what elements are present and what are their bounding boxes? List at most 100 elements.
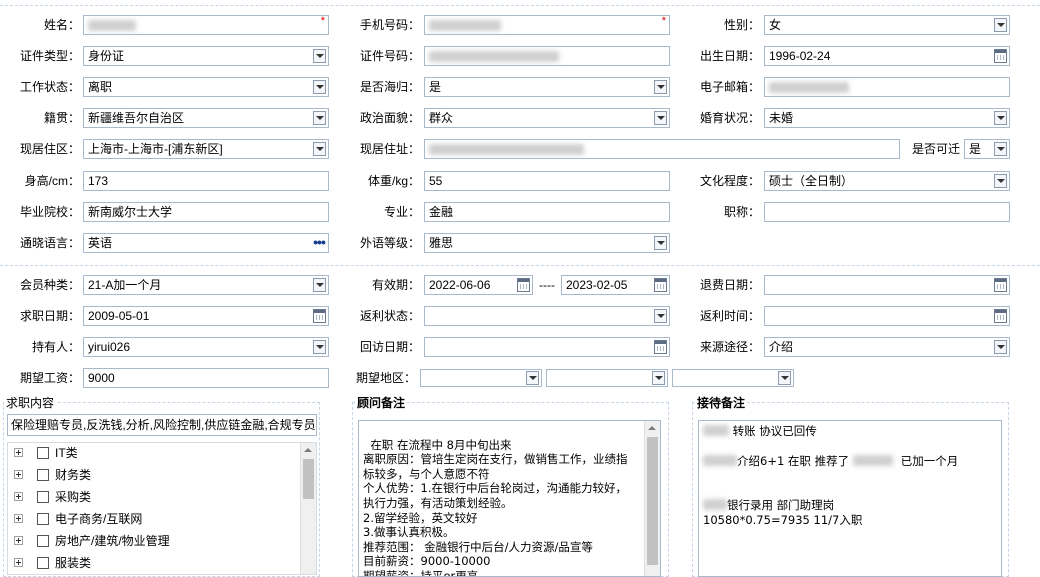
chevron-down-icon[interactable] [313,49,326,63]
advisor-notes-textarea[interactable]: 在职 在流程中 8月中旬出来 离职原因：管培生定岗在支行，做销售工作，业绩指 标… [358,420,661,577]
checkbox[interactable] [37,557,49,569]
chevron-down-icon[interactable] [994,111,1007,125]
current-address-input[interactable] [424,139,900,159]
calendar-icon[interactable] [654,340,667,354]
expand-icon[interactable] [14,558,23,567]
email-label: 电子邮箱： [699,80,760,94]
name-label: 姓名： [43,18,80,32]
gender-select[interactable]: 女 [764,15,1010,35]
chevron-down-icon[interactable] [994,174,1007,188]
region-district-select[interactable] [672,369,794,387]
holder-select[interactable]: yirui026 [83,337,329,357]
birth-date-input[interactable]: 1996-02-24 [764,46,1010,66]
validity-to-input[interactable]: 2023-02-05 [561,275,670,295]
chevron-down-icon[interactable] [313,80,326,94]
checkbox[interactable] [37,535,49,547]
calendar-icon[interactable] [517,278,530,292]
name-input[interactable]: * [83,15,329,35]
required-marker: * [661,15,666,27]
chevron-down-icon[interactable] [313,142,326,156]
lang-level-select[interactable]: 雅思 [424,233,670,253]
redacted-text [703,499,727,510]
chevron-down-icon[interactable] [313,278,326,292]
more-icon[interactable]: ••• [312,235,326,249]
chevron-down-icon[interactable] [652,371,665,385]
rebate-status-select[interactable] [424,306,670,326]
chevron-down-icon[interactable] [313,111,326,125]
visit-date-input[interactable] [424,337,670,357]
language-label: 通晓语言： [19,236,80,250]
validity-from-input[interactable]: 2022-06-06 [424,275,533,295]
reception-notes-textarea[interactable]: 转账 协议已回传 介绍6+1 在职 推荐了 已加一个月 银行录用 部门助理岗 1… [698,420,1002,577]
chevron-down-icon[interactable] [654,309,667,323]
region-city-select[interactable] [546,369,668,387]
job-date-input[interactable]: 2009-05-01 [83,306,329,326]
calendar-icon[interactable] [313,309,326,323]
phone-input[interactable]: * [424,15,670,35]
salary-input[interactable]: 9000 [83,368,329,388]
chevron-down-icon[interactable] [994,142,1007,156]
reception-line-4: 10580*0.75=7935 11/7入职 [703,513,863,527]
checkbox[interactable] [37,447,49,459]
expand-icon[interactable] [14,492,23,501]
reception-notes-title: 接待备注 [695,396,748,410]
language-input[interactable]: 英语 ••• [83,233,329,253]
weight-input[interactable]: 55 [424,171,670,191]
chevron-down-icon[interactable] [654,236,667,250]
checkbox[interactable] [37,469,49,481]
rebate-time-input[interactable] [764,306,1010,326]
scroll-up-icon[interactable] [648,426,656,430]
id-type-label: 证件类型： [19,49,80,63]
education-select[interactable]: 硕士（全日制） [764,171,1010,191]
work-status-select[interactable]: 离职 [83,77,329,97]
region-province-select[interactable] [420,369,542,387]
scroll-thumb[interactable] [303,459,314,499]
tree-scrollbar[interactable] [300,443,316,574]
redacted-id-number [429,51,559,62]
expand-icon[interactable] [14,536,23,545]
id-number-input[interactable] [424,46,670,66]
chevron-down-icon[interactable] [313,340,326,354]
chevron-down-icon[interactable] [778,371,791,385]
expand-icon[interactable] [14,514,23,523]
email-input[interactable] [764,77,1010,97]
scroll-up-icon[interactable] [304,448,312,452]
chevron-down-icon[interactable] [654,80,667,94]
chevron-down-icon[interactable] [994,18,1007,32]
calendar-icon[interactable] [994,309,1007,323]
marital-select[interactable]: 未婚 [764,108,1010,128]
refund-date-input[interactable] [764,275,1010,295]
member-type-select[interactable]: 21-A加一个月 [83,275,329,295]
checkbox[interactable] [37,491,49,503]
source-select[interactable]: 介绍 [764,337,1010,357]
current-area-select[interactable]: 上海市-上海市-[浦东新区] [83,139,329,159]
redacted-email [769,82,849,93]
current-address-label: 现居住址： [359,142,420,156]
school-input[interactable]: 新南威尔士大学 [83,202,329,222]
height-input[interactable]: 173 [83,171,329,191]
calendar-icon[interactable] [994,278,1007,292]
native-place-select[interactable]: 新疆维吾尔自治区 [83,108,329,128]
scroll-thumb[interactable] [647,437,658,565]
job-summary-input[interactable]: 保险理赔专员,反洗钱,分析,风险控制,供应链金融,合规专员 [7,414,317,436]
relocate-select[interactable]: 是 [964,139,1010,159]
major-input[interactable]: 金融 [424,202,670,222]
calendar-icon[interactable] [994,49,1007,63]
refund-date-label: 退费日期： [699,278,760,292]
political-select[interactable]: 群众 [424,108,670,128]
overseas-label: 是否海归： [359,80,420,94]
title-input[interactable] [764,202,1010,222]
id-type-select[interactable]: 身份证 [83,46,329,66]
calendar-icon[interactable] [654,278,667,292]
checkbox[interactable] [37,513,49,525]
expand-icon[interactable] [14,470,23,479]
advisor-notes-text: 在职 在流程中 8月中旬出来 离职原因：管培生定岗在支行，做销售工作，业绩指 标… [363,437,628,577]
current-area-label: 现居住区： [19,142,80,156]
required-marker: * [320,15,325,27]
expand-icon[interactable] [14,448,23,457]
chevron-down-icon[interactable] [654,111,667,125]
overseas-select[interactable]: 是 [424,77,670,97]
chevron-down-icon[interactable] [526,371,539,385]
chevron-down-icon[interactable] [994,340,1007,354]
advisor-notes-scrollbar[interactable] [644,421,660,576]
